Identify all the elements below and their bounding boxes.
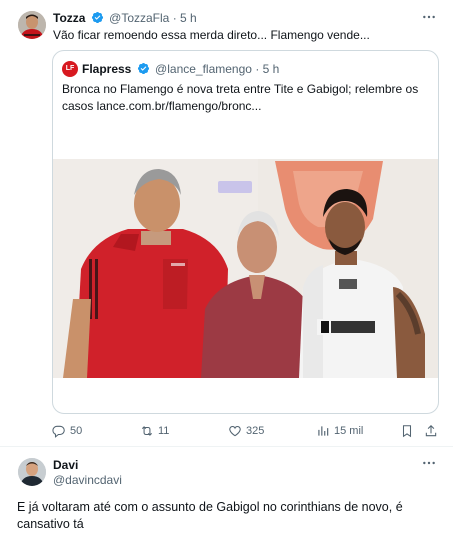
quoted-tweet-text: Bronca no Flamengo é nova treta entre Ti… <box>62 82 419 113</box>
views-button[interactable]: 15 mil <box>316 421 363 441</box>
reply-icon <box>52 425 65 438</box>
author-handle: @lance_flamengo <box>155 62 252 76</box>
retweet-button[interactable]: 11 <box>140 421 169 441</box>
author-handle[interactable]: @davincdavi <box>53 473 122 487</box>
timestamp[interactable]: 5 h <box>180 11 197 25</box>
retweet-icon <box>141 426 153 436</box>
author-name: Flapress <box>82 62 132 76</box>
avatar: LF <box>62 61 78 77</box>
verified-badge-icon <box>137 62 149 75</box>
share-icon <box>425 425 437 437</box>
timestamp: 5 h <box>262 62 280 76</box>
avatar[interactable] <box>18 458 46 486</box>
separator-dot: · <box>255 62 260 76</box>
action-bar: 50 11 325 15 mil <box>52 421 442 441</box>
author-handle-line: @davincdavi <box>53 473 122 487</box>
like-icon <box>229 426 241 437</box>
bookmark-button[interactable] <box>400 421 418 441</box>
quoted-tweet-header: LF Flapress @lance_flamengo · 5 h <box>62 60 279 78</box>
tweet-header: Tozza @TozzaFla · 5 h <box>53 11 197 25</box>
bookmark-icon <box>402 425 412 438</box>
reply-button[interactable]: 50 <box>52 421 82 441</box>
views-icon <box>318 426 329 436</box>
tweet-text: E já voltaram até com o assunto de Gabig… <box>17 500 403 531</box>
share-button[interactable] <box>424 421 442 441</box>
like-count: 325 <box>246 425 265 437</box>
author-name[interactable]: Tozza <box>53 11 85 25</box>
more-options-icon[interactable] <box>421 455 437 474</box>
avatar[interactable] <box>18 11 46 39</box>
separator-dot: · <box>172 11 177 25</box>
reply-count: 50 <box>70 425 83 437</box>
author-name[interactable]: Davi <box>53 458 78 472</box>
tweet[interactable]: Tozza @TozzaFla · 5 h Vão ficar remoendo… <box>0 0 453 446</box>
verified-badge-icon <box>91 11 103 24</box>
more-options-icon[interactable] <box>421 9 437 28</box>
tweet-header: Davi <box>53 458 78 472</box>
views-count: 15 mil <box>334 425 364 437</box>
quoted-tweet-photo[interactable] <box>53 159 438 378</box>
author-handle[interactable]: @TozzaFla <box>109 11 169 25</box>
retweet-count: 11 <box>158 425 170 437</box>
tweet-text: Vão ficar remoendo essa merda direto... … <box>53 28 370 42</box>
quoted-tweet[interactable]: LF Flapress @lance_flamengo · 5 h Bronca … <box>52 50 439 414</box>
like-button[interactable]: 325 <box>228 421 264 441</box>
